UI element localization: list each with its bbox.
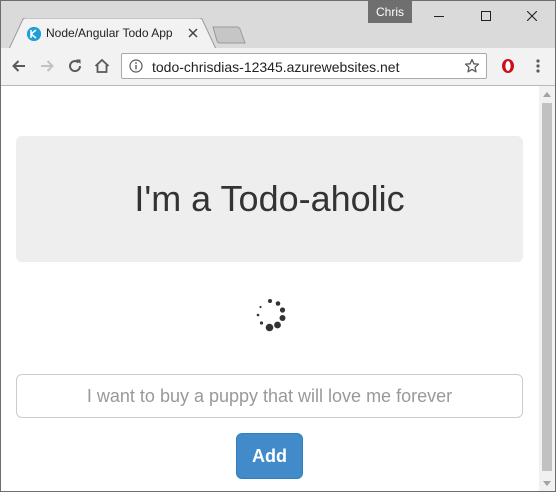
kebab-menu-icon[interactable] xyxy=(526,54,550,78)
tab-title: Node/Angular Todo App xyxy=(46,26,173,40)
new-tab-button[interactable] xyxy=(209,26,249,44)
forward-arrow-icon[interactable] xyxy=(35,54,59,78)
page-scrollbar[interactable] xyxy=(539,86,555,491)
add-button[interactable]: Add xyxy=(236,433,303,479)
address-bar[interactable]: todo-chrisdias-12345.azurewebsites.net xyxy=(121,53,487,79)
todo-input[interactable] xyxy=(16,374,523,418)
minimize-icon[interactable] xyxy=(416,1,462,31)
opera-extension-icon[interactable] xyxy=(496,54,520,78)
window-close-icon[interactable] xyxy=(509,1,555,31)
header-jumbotron: I'm a Todo-aholic xyxy=(16,136,523,262)
info-icon[interactable] xyxy=(129,59,143,73)
reload-icon[interactable] xyxy=(63,54,87,78)
page-title: I'm a Todo-aholic xyxy=(134,178,405,219)
home-icon[interactable] xyxy=(90,54,114,78)
title-bar: Node/Angular Todo App Chris xyxy=(1,1,555,49)
star-icon[interactable] xyxy=(464,58,480,74)
back-arrow-icon[interactable] xyxy=(7,54,31,78)
scrollbar-thumb[interactable] xyxy=(542,103,552,471)
browser-toolbar: todo-chrisdias-12345.azurewebsites.net xyxy=(1,48,555,86)
scroll-down-icon[interactable] xyxy=(539,475,555,491)
loading-spinner-icon xyxy=(250,295,290,335)
tab-close-icon[interactable] xyxy=(185,25,201,41)
address-url[interactable]: todo-chrisdias-12345.azurewebsites.net xyxy=(152,59,399,75)
tab-active[interactable]: Node/Angular Todo App xyxy=(9,18,217,49)
browser-window: Node/Angular Todo App Chris todo-chrisdi… xyxy=(0,0,556,492)
page-viewport: I'm a Todo-aholic Add xyxy=(1,86,539,491)
maximize-icon[interactable] xyxy=(463,1,509,31)
app-favicon-icon xyxy=(27,27,41,41)
profile-badge[interactable]: Chris xyxy=(368,1,412,23)
scroll-up-icon[interactable] xyxy=(539,86,555,102)
